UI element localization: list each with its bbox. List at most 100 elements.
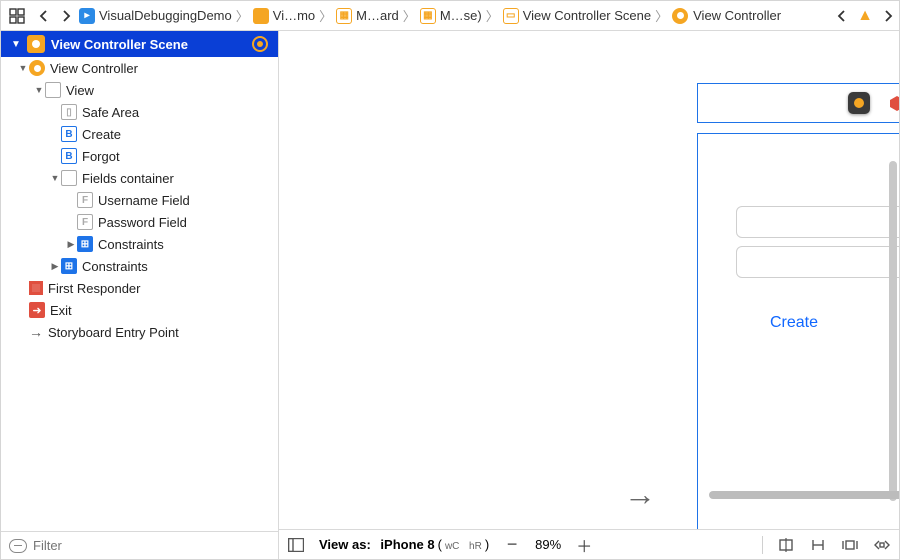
filter-input[interactable] bbox=[33, 538, 270, 553]
username-textfield[interactable] bbox=[736, 206, 899, 238]
scene-icon bbox=[27, 35, 45, 53]
toggle-outline-icon[interactable] bbox=[287, 537, 305, 553]
crumb-storyboard1[interactable]: ▦ M…ard bbox=[334, 8, 401, 24]
nav-overflow-right[interactable] bbox=[877, 10, 899, 22]
tree-row-username-field[interactable]: F Username Field bbox=[1, 189, 278, 211]
tree-label: Create bbox=[82, 127, 121, 142]
button-icon: B bbox=[61, 148, 77, 164]
tree-label: Constraints bbox=[98, 237, 164, 252]
first-responder-icon bbox=[29, 281, 43, 295]
breadcrumb: ▸VisualDebuggingDemo 〉 Vi…mo 〉 ▦M…ard 〉 … bbox=[77, 6, 831, 25]
tree-row-constraints-inner[interactable]: ▶⊞Constraints bbox=[1, 233, 278, 255]
tree-label: Exit bbox=[50, 303, 72, 318]
chevron-icon: 〉 bbox=[484, 6, 501, 25]
tree-label: View Controller bbox=[50, 61, 138, 76]
disclosure-triangle-icon[interactable]: ▼ bbox=[17, 63, 29, 73]
tree-label: View bbox=[66, 83, 94, 98]
tree-label: Username Field bbox=[98, 193, 190, 208]
chevron-icon: 〉 bbox=[653, 6, 670, 25]
first-responder-icon[interactable] bbox=[886, 92, 899, 114]
scene-header[interactable]: ▼ View Controller Scene bbox=[1, 31, 278, 57]
canvas-bottom-bar: View as: iPhone 8 (wC hR) − 89% ＋ bbox=[279, 529, 899, 559]
crumb-label: M…ard bbox=[356, 8, 399, 23]
tree-label: Password Field bbox=[98, 215, 187, 230]
tree-row-viewcontroller[interactable]: ▼ View Controller bbox=[1, 57, 278, 79]
separator bbox=[762, 536, 763, 554]
chevron-icon: 〉 bbox=[234, 6, 251, 25]
tree-row-constraints-outer[interactable]: ▶⊞Constraints bbox=[1, 255, 278, 277]
trait-height: hR bbox=[469, 541, 482, 552]
textfield-icon: F bbox=[77, 192, 93, 208]
warning-icon[interactable]: ▲ bbox=[853, 7, 877, 25]
crumb-folder[interactable]: Vi…mo bbox=[251, 8, 317, 24]
pin-menu-icon[interactable] bbox=[809, 537, 827, 553]
nav-forward-button[interactable] bbox=[55, 10, 77, 22]
tree-label: First Responder bbox=[48, 281, 140, 296]
tree-row-exit[interactable]: ➜ Exit bbox=[1, 299, 278, 321]
crumb-label: View Controller Scene bbox=[523, 8, 651, 23]
tree-row-password-field[interactable]: FPassword Field bbox=[1, 211, 278, 233]
exit-icon: ➜ bbox=[29, 302, 45, 318]
zoom-level[interactable]: 89% bbox=[535, 537, 561, 552]
tree-row-first-responder[interactable]: First Responder bbox=[1, 277, 278, 299]
disclosure-triangle-icon[interactable]: ▶ bbox=[65, 239, 77, 250]
disclosure-triangle-icon[interactable]: ▶ bbox=[49, 261, 61, 272]
breadcrumb-bar: ▸VisualDebuggingDemo 〉 Vi…mo 〉 ▦M…ard 〉 … bbox=[1, 1, 899, 31]
password-textfield[interactable] bbox=[736, 246, 899, 278]
crumb-controller[interactable]: View Controller bbox=[670, 8, 783, 24]
align-menu-icon[interactable] bbox=[777, 537, 795, 553]
crumb-scene[interactable]: ▭ View Controller Scene bbox=[501, 8, 653, 24]
tree-row-create-button[interactable]: BCreate bbox=[1, 123, 278, 145]
focus-icon[interactable] bbox=[252, 36, 268, 52]
embed-menu-icon[interactable] bbox=[873, 537, 891, 553]
constraints-icon: ⊞ bbox=[61, 258, 77, 274]
related-items-icon[interactable] bbox=[1, 8, 33, 24]
resolve-issues-icon[interactable] bbox=[841, 537, 859, 553]
tree-row-forgot-button[interactable]: B Forgot bbox=[1, 145, 278, 167]
viewcontroller-icon bbox=[29, 60, 45, 76]
crumb-label: Vi…mo bbox=[273, 8, 315, 23]
zoom-out-button[interactable]: − bbox=[503, 537, 521, 553]
view-icon bbox=[61, 170, 77, 186]
crumb-storyboard2[interactable]: ▦M…se) bbox=[418, 8, 484, 24]
zoom-in-button[interactable]: ＋ bbox=[575, 537, 593, 553]
crumb-label: VisualDebuggingDemo bbox=[99, 8, 232, 23]
tree-label: Fields container bbox=[82, 171, 174, 186]
tree-row-entry-point[interactable]: →Storyboard Entry Point bbox=[1, 321, 278, 343]
scene-title-bar[interactable] bbox=[697, 83, 899, 123]
filter-icon[interactable] bbox=[9, 539, 27, 553]
view-as-control[interactable]: View as: iPhone 8 (wC hR) bbox=[319, 537, 489, 552]
nav-overflow-left[interactable] bbox=[831, 10, 853, 22]
canvas[interactable]: → Create Forgot bbox=[279, 31, 899, 529]
tree-row-view[interactable]: ▼ View bbox=[1, 79, 278, 101]
create-button[interactable]: Create bbox=[770, 314, 818, 332]
crumb-project[interactable]: ▸VisualDebuggingDemo bbox=[77, 8, 234, 24]
tree-row-fields-container[interactable]: ▼ Fields container bbox=[1, 167, 278, 189]
safearea-icon: ▯ bbox=[61, 104, 77, 120]
crumb-label: View Controller bbox=[693, 8, 781, 23]
view-icon bbox=[45, 82, 61, 98]
horizontal-scrollbar[interactable] bbox=[709, 491, 899, 499]
viewcontroller-icon[interactable] bbox=[848, 92, 870, 114]
disclosure-triangle-icon[interactable]: ▼ bbox=[49, 173, 61, 183]
storyboard-entry-arrow-icon[interactable]: → bbox=[624, 476, 656, 513]
scene-title: View Controller Scene bbox=[51, 37, 188, 52]
folder-icon bbox=[253, 8, 269, 24]
chevron-icon: 〉 bbox=[401, 6, 418, 25]
outline-filter bbox=[1, 531, 278, 559]
trait-width: wC bbox=[445, 541, 459, 552]
tree-label: Safe Area bbox=[82, 105, 139, 120]
tree-row-safearea[interactable]: ▯ Safe Area bbox=[1, 101, 278, 123]
storyboard-icon: ▦ bbox=[336, 8, 352, 24]
vertical-scrollbar[interactable] bbox=[889, 161, 897, 501]
view-as-prefix: View as: bbox=[319, 537, 371, 552]
scene-icon: ▭ bbox=[503, 8, 519, 24]
viewcontroller-icon bbox=[672, 8, 688, 24]
phone-canvas-view[interactable]: Create Forgot bbox=[697, 133, 899, 529]
tree-label: Forgot bbox=[82, 149, 120, 164]
disclosure-triangle-icon[interactable]: ▼ bbox=[11, 39, 21, 50]
view-as-device: iPhone 8 bbox=[380, 537, 434, 552]
document-outline: ▼ View Controller Scene ▼ View Controller… bbox=[1, 31, 279, 559]
nav-back-button[interactable] bbox=[33, 10, 55, 22]
disclosure-triangle-icon[interactable]: ▼ bbox=[33, 85, 45, 95]
